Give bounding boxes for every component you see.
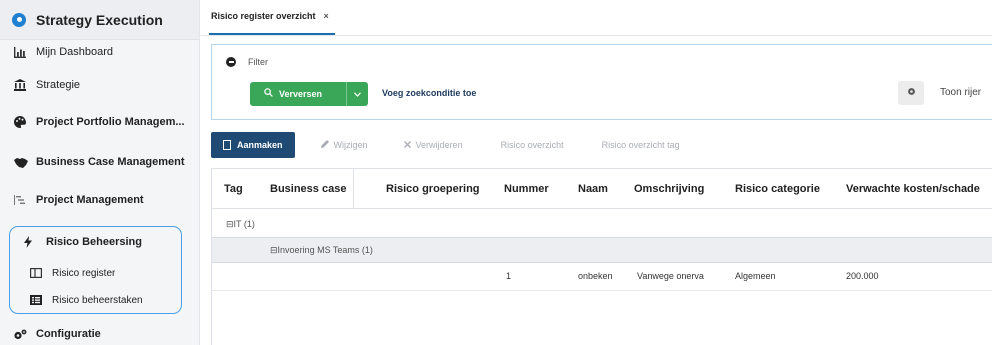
- sidebar-item-label: Risico beheerstaken: [52, 294, 143, 306]
- column-header-business-case[interactable]: Business case: [270, 183, 346, 195]
- sidebar-item-label: Project Portfolio Managem...: [36, 116, 185, 128]
- collapse-icon[interactable]: ⊟: [270, 245, 278, 255]
- file-icon: [223, 140, 231, 150]
- pencil-icon: [320, 140, 329, 150]
- register-icon: [30, 268, 52, 278]
- column-header-verwachte-kosten[interactable]: Verwachte kosten/schade: [846, 183, 980, 195]
- tab-bar: Risico register overzicht ×: [201, 0, 992, 36]
- risk-overview-tag-button[interactable]: Risico overzicht tag: [602, 140, 680, 150]
- tab-risico-register-overzicht[interactable]: Risico register overzicht ×: [209, 0, 335, 35]
- edit-button[interactable]: Wijzigen: [320, 140, 368, 150]
- add-search-condition-link[interactable]: Voeg zoekconditie toe: [382, 88, 476, 98]
- bolt-icon: [24, 236, 46, 248]
- column-resize-handle[interactable]: [353, 169, 354, 209]
- bar-chart-icon: [14, 46, 36, 58]
- sidebar-item-label: Strategie: [36, 79, 81, 91]
- sidebar: Strategy Execution Mijn Dashboard Strate…: [0, 0, 200, 345]
- collapse-icon: [226, 57, 236, 67]
- sidebar-item-risico-register[interactable]: Risico register: [16, 263, 115, 283]
- app-logo-icon: [12, 12, 26, 27]
- risk-overview-button[interactable]: Risico overzicht: [501, 140, 564, 150]
- group-label: IT (1): [233, 219, 255, 229]
- tasks-icon: [30, 295, 52, 305]
- close-icon[interactable]: ×: [324, 11, 329, 21]
- search-icon: [264, 88, 273, 100]
- risk-overview-label: Risico overzicht: [500, 140, 564, 150]
- cell-nummer: 1: [506, 271, 512, 281]
- group-label: Invoering MS Teams (1): [277, 245, 373, 255]
- palette-icon: [14, 116, 36, 128]
- sidebar-item-project-management[interactable]: Project Management: [0, 190, 144, 210]
- filter-label: Filter: [248, 57, 268, 67]
- toolbar: Aanmaken Wijzigen Verwijderen Risico ove…: [211, 132, 680, 158]
- column-header-naam[interactable]: Naam: [578, 183, 608, 195]
- sidebar-item-label: Risico register: [52, 267, 116, 279]
- create-label: Aanmaken: [237, 140, 283, 150]
- subgroup-label-wrap: ⊟Invoering MS Teams (1): [270, 245, 373, 256]
- sidebar-item-label: Project Management: [36, 194, 144, 206]
- refresh-label: Verversen: [279, 89, 323, 99]
- edit-label: Wijzigen: [333, 140, 368, 150]
- settings-button[interactable]: [898, 81, 924, 105]
- gantt-icon: [14, 195, 36, 205]
- sidebar-item-strategie[interactable]: Strategie: [0, 75, 80, 95]
- chevron-down-icon[interactable]: [346, 82, 368, 106]
- column-header-nummer[interactable]: Nummer: [504, 183, 549, 195]
- cell-omschrijving: Vanwege onerva: [637, 271, 704, 281]
- cogs-icon: [14, 329, 36, 340]
- tab-label: Risico register overzicht: [211, 11, 316, 21]
- column-header-omschrijving[interactable]: Omschrijving: [634, 183, 704, 195]
- handshake-icon: [14, 157, 36, 168]
- gear-icon: [907, 87, 916, 99]
- column-header-tag[interactable]: Tag: [224, 183, 243, 195]
- sidebar-item-configuratie[interactable]: Configuratie: [0, 324, 101, 344]
- sidebar-item-dashboard[interactable]: Mijn Dashboard: [0, 42, 113, 62]
- sidebar-item-risico-beheersing[interactable]: Risico Beheersing: [10, 232, 142, 252]
- cell-verwachte-kosten: 200.000: [846, 271, 879, 281]
- filter-toggle[interactable]: Filter: [226, 57, 268, 67]
- create-button[interactable]: Aanmaken: [211, 132, 295, 158]
- main-content: Risico register overzicht × Filter Verve…: [201, 0, 992, 345]
- cell-risico-categorie: Algemeen: [735, 271, 776, 281]
- sidebar-item-label: Configuratie: [36, 328, 101, 340]
- column-header-risico-groepering[interactable]: Risico groepering: [386, 183, 480, 195]
- delete-label: Verwijderen: [415, 140, 463, 150]
- show-rows-label[interactable]: Toon rijer: [940, 87, 981, 98]
- refresh-button[interactable]: Verversen: [250, 82, 368, 106]
- column-header-risico-categorie[interactable]: Risico categorie: [735, 183, 820, 195]
- sidebar-item-risico-beheerstaken[interactable]: Risico beheerstaken: [16, 290, 143, 310]
- risk-overview-tag-label: Risico overzicht tag: [601, 140, 680, 150]
- sidebar-item-label: Mijn Dashboard: [36, 46, 114, 58]
- risk-table: Tag Business case Risico groepering Numm…: [211, 168, 992, 345]
- group-row-invoering[interactable]: ⊟Invoering MS Teams (1): [212, 237, 992, 263]
- collapse-icon[interactable]: ⊟: [226, 219, 234, 229]
- group-row-it[interactable]: ⊟IT (1): [226, 219, 255, 230]
- sidebar-item-business-case[interactable]: Business Case Management: [0, 152, 185, 172]
- app-header: Strategy Execution: [0, 0, 199, 40]
- sidebar-item-portfolio[interactable]: Project Portfolio Managem...: [0, 112, 185, 132]
- sidebar-item-label: Business Case Management: [36, 156, 185, 168]
- filter-panel: Filter Verversen Voeg zoekconditie toe T…: [211, 44, 992, 120]
- table-header: Tag Business case Risico groepering Numm…: [212, 169, 992, 209]
- close-icon: [403, 140, 411, 150]
- app-title: Strategy Execution: [36, 11, 163, 28]
- delete-button[interactable]: Verwijderen: [403, 140, 463, 150]
- sidebar-item-label: Risico Beheersing: [46, 236, 142, 248]
- cell-naam: onbeken: [578, 271, 613, 281]
- table-row[interactable]: [212, 290, 992, 291]
- bank-icon: [14, 79, 36, 91]
